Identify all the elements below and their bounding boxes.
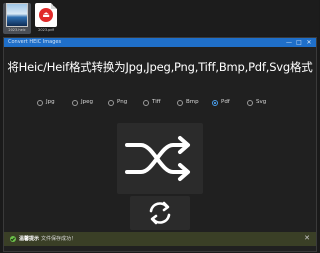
radio-button[interactable]: [143, 100, 149, 106]
radio-button[interactable]: [72, 100, 78, 106]
file-pdf[interactable]: ⏏ 2023.pdf: [32, 3, 60, 34]
dismiss-icon[interactable]: ✕: [304, 234, 310, 243]
acrobat-icon: ⏏: [39, 8, 53, 22]
format-label: Jpg: [46, 99, 55, 105]
radio-button-selected[interactable]: [212, 100, 218, 106]
radio-button[interactable]: [37, 100, 43, 106]
radio-button[interactable]: [177, 100, 183, 106]
success-icon: [10, 236, 16, 242]
maximize-button[interactable]: □: [294, 38, 304, 47]
file-name: 2023.pdf: [38, 28, 54, 32]
shuffle-icon: [125, 136, 190, 181]
status-title: 温馨提示: [19, 236, 40, 242]
format-label: Png: [117, 99, 128, 105]
radio-button[interactable]: [247, 100, 253, 106]
status-notification: 温馨提示 文件保存成功！ ✕: [4, 232, 316, 246]
app-window: Convert HEIC Images — □ ✕ 将Heic/Heif格式转换…: [3, 37, 317, 252]
radio-button[interactable]: [108, 100, 114, 106]
close-button[interactable]: ✕: [304, 38, 314, 47]
format-label: Svg: [256, 99, 267, 105]
refresh-icon: [149, 201, 171, 225]
format-label: Jpeg: [81, 99, 93, 105]
format-options: Jpg Jpeg Png Tiff Bmp Pdf Svg: [4, 98, 316, 108]
format-label: Pdf: [221, 99, 230, 105]
title-bar[interactable]: Convert HEIC Images — □ ✕: [4, 38, 316, 47]
format-label: Bmp: [186, 99, 199, 105]
desktop: 2023.heic ⏏ 2023.pdf: [0, 0, 319, 36]
minimize-button[interactable]: —: [284, 38, 294, 47]
status-message: 文件保存成功！: [41, 236, 77, 242]
file-heic[interactable]: 2023.heic: [3, 3, 31, 34]
page-title: 将Heic/Heif格式转换为Jpg,Jpeg,Png,Tiff,Bmp,Pdf…: [7, 60, 313, 74]
heic-thumbnail: [6, 3, 28, 27]
file-name: 2023.heic: [8, 28, 26, 32]
format-label: Tiff: [152, 99, 161, 105]
refresh-button[interactable]: [130, 196, 190, 230]
convert-button[interactable]: [117, 123, 203, 194]
window-title: Convert HEIC Images: [8, 39, 62, 45]
pdf-file-icon: ⏏: [35, 3, 57, 27]
